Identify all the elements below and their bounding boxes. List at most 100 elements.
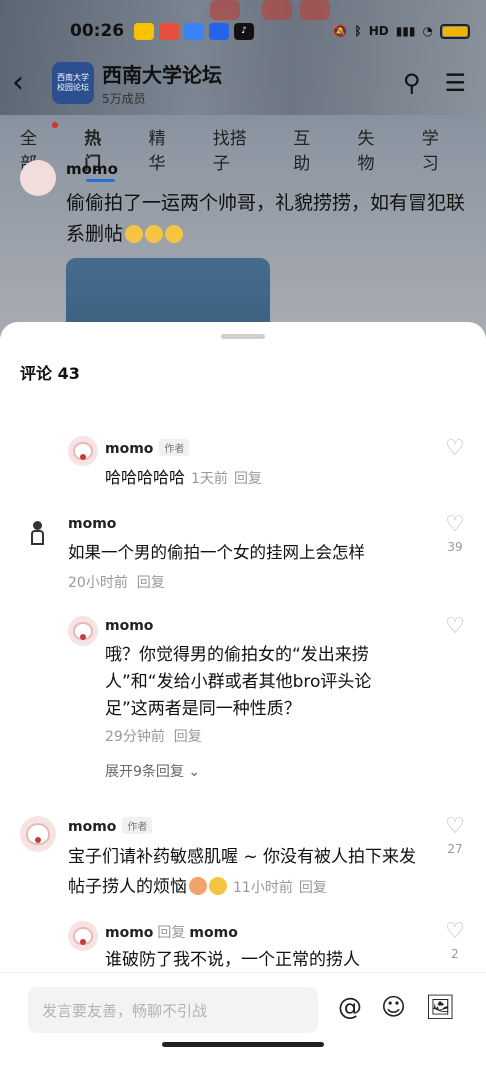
author-name: momo: [105, 925, 154, 941]
heart-icon: ♡: [445, 512, 465, 537]
header-actions: ⚲ ☰: [403, 69, 466, 97]
author-name: momo: [105, 441, 154, 457]
forum-logo: 西南大学 校园论坛: [52, 62, 94, 104]
hd-icon: HD: [368, 24, 389, 38]
logo-line: 校园论坛: [57, 83, 89, 92]
avatar[interactable]: [68, 436, 98, 466]
status-bar: 00:26 ♪ 🔕 ᛒ HD ▮▮▮ ◔: [0, 0, 486, 62]
tab-study[interactable]: 学习: [422, 124, 454, 174]
comment-text: 如果一个男的偷拍一个女的挂网上会怎样: [68, 543, 365, 562]
reply-link[interactable]: 回复: [299, 880, 327, 896]
comment-text: 谁破防了我不说，一个正常的捞人: [105, 950, 360, 970]
signal-icon: ▮▮▮: [395, 24, 416, 38]
logo-line: 西南大学: [57, 73, 89, 83]
emoji-icon: [145, 225, 164, 243]
comment-author[interactable]: momo 作者: [105, 439, 190, 457]
comment-meta: 29分钟前 回复: [105, 726, 202, 746]
author-name: momo: [68, 819, 117, 835]
tab-lost-found[interactable]: 失物: [357, 124, 389, 174]
comment-meta: 20小时前 回复: [68, 572, 165, 592]
comment-text: 宝子们请补药敏感肌喔 ~ 你没有被人拍下来发帖子捞人的烦恼 11小时前 回复: [68, 842, 430, 903]
emoji-icon: [209, 877, 227, 895]
comment-text: 哦？你觉得男的偷拍女的“发出来捞人”和“发给小群或者其他bro评头论足”这两者是…: [105, 645, 372, 719]
forum-title[interactable]: 西南大学论坛: [102, 59, 222, 88]
expand-replies-button[interactable]: 展开9条回复 ⌄: [105, 761, 200, 781]
reply-to-name[interactable]: momo: [189, 925, 237, 941]
emoji-icon[interactable]: ☺: [381, 995, 406, 1019]
avatar[interactable]: [20, 816, 56, 852]
heart-icon: ♡: [445, 814, 465, 839]
emoji-icon: [125, 225, 144, 243]
forum-members: 5万成员: [102, 92, 146, 106]
comment-author[interactable]: momo 作者: [68, 817, 153, 835]
emoji-icon: [189, 877, 207, 895]
reply-link[interactable]: 回复: [137, 575, 165, 591]
comment-item: momo 如果一个男的偷拍一个女的挂网上会怎样 20小时前 回复 ♡ 39: [0, 510, 486, 600]
unread-dot: [52, 122, 59, 128]
like-button[interactable]: ♡: [443, 616, 467, 638]
image-icon[interactable]: 🖼: [425, 995, 455, 1019]
comment-input[interactable]: 发言要友善，畅聊不引战: [28, 987, 318, 1033]
forum-background: 00:26 ♪ 🔕 ᛒ HD ▮▮▮ ◔ ‹ 西南大学 校园论坛 西南大学论坛 …: [0, 0, 486, 340]
wifi-icon: ◔: [422, 24, 433, 38]
tiktok-icon: ♪: [234, 22, 254, 40]
app-red-icon: [159, 22, 179, 40]
comment-author[interactable]: momo: [105, 618, 153, 634]
battery-icon: [440, 23, 470, 39]
reply-link[interactable]: 回复: [174, 729, 202, 745]
heart-icon: ♡: [445, 436, 465, 461]
heart-icon: ♡: [445, 919, 465, 944]
comment-time: 11小时前: [233, 880, 293, 896]
emoji-icon: [165, 225, 184, 243]
comment-count-title: 评论 43: [20, 364, 80, 383]
forum-header: ‹ 西南大学 校园论坛 西南大学论坛 5万成员 ⚲ ☰: [0, 58, 486, 108]
comment-item: momo 作者 哈哈哈哈哈 1天前 回复 ♡: [0, 432, 486, 492]
comment-body: 哈哈哈哈哈: [105, 468, 186, 487]
drag-handle[interactable]: [221, 334, 265, 339]
comment-input-bar: 发言要友善，畅聊不引战 @ ☺ 🖼: [0, 972, 486, 1080]
status-time: 00:26: [70, 21, 125, 41]
author-badge: 作者: [122, 817, 153, 834]
author-badge: 作者: [159, 439, 190, 456]
comment-author[interactable]: momo: [68, 516, 116, 532]
tab-find-buddy[interactable]: 找搭子: [213, 124, 261, 174]
heart-icon: ♡: [445, 614, 465, 639]
comment-author[interactable]: momo 回复 momo: [105, 922, 238, 942]
comment-text: 哈哈哈哈哈 1天前 回复: [105, 465, 262, 492]
reply-to-label: 回复: [157, 925, 186, 941]
status-app-icons: ♪: [134, 22, 254, 40]
comment-item: momo 哦？你觉得男的偷拍女的“发出来捞人”和“发给小群或者其他bro评头论足…: [0, 612, 486, 802]
like-button[interactable]: ♡: [443, 438, 467, 460]
mention-icon[interactable]: @: [338, 995, 362, 1019]
like-button[interactable]: ♡ 27: [443, 814, 467, 857]
tab-help[interactable]: 互助: [293, 124, 325, 174]
comment-item: momo 回复 momo 谁破防了我不说，一个正常的捞人 ♡ 2: [0, 917, 486, 977]
comment-time: 20小时前: [68, 575, 128, 591]
avatar[interactable]: [20, 160, 56, 196]
like-count: 39: [447, 540, 463, 554]
app-navy-icon: [209, 22, 229, 40]
home-indicator[interactable]: [162, 1042, 324, 1047]
reply-link[interactable]: 回复: [234, 471, 262, 487]
mute-icon: 🔕: [332, 24, 348, 38]
tab-featured[interactable]: 精华: [149, 124, 181, 174]
expand-label: 展开9条回复: [105, 764, 184, 780]
like-button[interactable]: ♡ 39: [443, 512, 467, 555]
comment-time: 29分钟前: [105, 729, 165, 745]
like-button[interactable]: ♡ 2: [443, 919, 467, 962]
comment-time: 1天前: [191, 471, 228, 487]
back-icon[interactable]: ‹: [12, 68, 52, 98]
avatar[interactable]: [68, 921, 98, 951]
search-icon[interactable]: ⚲: [403, 69, 421, 97]
menu-icon[interactable]: ☰: [444, 69, 466, 97]
app-blue-icon: [184, 22, 204, 40]
bluetooth-icon: ᛒ: [354, 24, 362, 38]
meituan-icon: [134, 22, 154, 40]
status-right: 🔕 ᛒ HD ▮▮▮ ◔: [332, 23, 470, 39]
avatar[interactable]: [68, 616, 98, 646]
comment-item: momo 作者 宝子们请补药敏感肌喔 ~ 你没有被人拍下来发帖子捞人的烦恼 11小时…: [0, 812, 486, 902]
avatar[interactable]: [22, 518, 52, 548]
comment-sheet: 评论 43 momo 作者 哈哈哈哈哈 1天前 回复 ♡ momo 如果一个男的偷拍一…: [0, 322, 486, 1080]
post-author[interactable]: momo: [66, 160, 118, 178]
forum-titles: 西南大学论坛 5万成员: [102, 59, 222, 107]
